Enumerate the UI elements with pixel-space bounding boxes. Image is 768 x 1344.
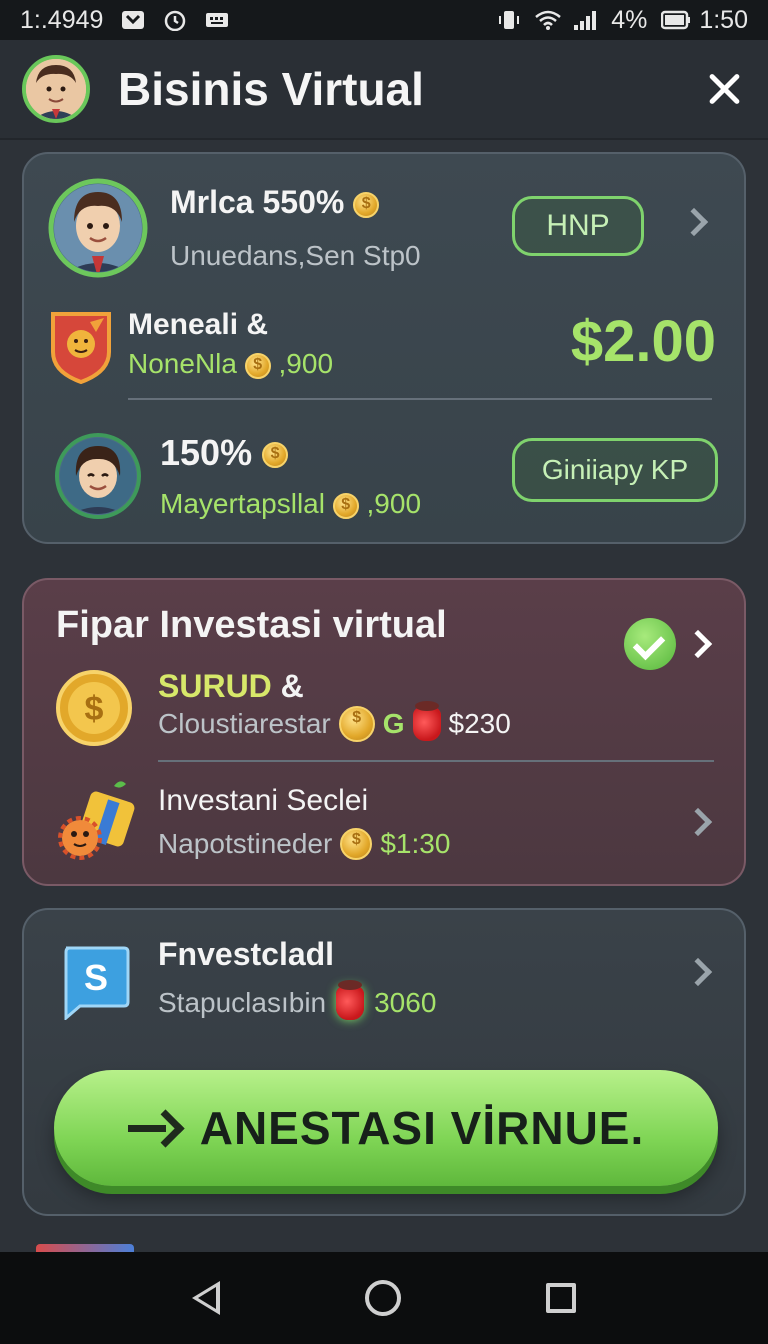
vibrate-icon (497, 9, 521, 31)
row2-title: Meneali & (128, 308, 269, 341)
invest-cta-button[interactable]: ANESTASI VİRNUE. (54, 1070, 718, 1186)
battery-percent: 4% (611, 5, 648, 34)
item2-title: Investani Seclei (158, 784, 369, 817)
fund-subtitle-line: Stapuclasıbin 3060 (158, 980, 437, 1020)
back-icon[interactable] (192, 1281, 221, 1315)
item1-title-suffix: & (280, 668, 304, 704)
row3-subtitle: Mayertapsllal (160, 488, 325, 519)
coin-icon (353, 191, 380, 218)
red-pot-icon (336, 980, 365, 1020)
notification-icon (121, 9, 145, 31)
giniiapy-kp-button[interactable]: Giniiapy KP (512, 438, 718, 502)
cta-label: ANESTASI VİRNUE. (199, 1102, 645, 1154)
shield-badge-icon (50, 308, 112, 385)
investment-card-title: Fipar Investasi virtual (56, 604, 447, 646)
item2-amount: $1:30 (380, 828, 451, 859)
status-bar: 1:.4949 4% 1:50 (0, 0, 768, 40)
coin-icon (340, 828, 373, 860)
coin-icon (338, 706, 375, 742)
row3-title-text: 150% (160, 432, 253, 473)
svg-text:$: $ (85, 690, 104, 728)
investment-gift-icon (54, 776, 144, 866)
fund-card: S Fnvestcladl Stapuclasıbin 3060 ANESTAS… (22, 908, 746, 1216)
s-letter: S (84, 957, 108, 998)
arrow-right-icon (127, 1113, 178, 1143)
balance-amount: $2.00 (570, 309, 716, 374)
app-bar: Bisinis Virtual (0, 40, 768, 140)
profile-avatar[interactable] (22, 55, 90, 123)
wifi-icon (535, 9, 561, 31)
coin-stack-icon (244, 352, 271, 379)
alarm-icon (163, 9, 187, 32)
system-nav-bar (0, 1252, 768, 1344)
app-title: Bisinis Virtual (118, 63, 424, 115)
item1-amount: $230 (448, 708, 511, 739)
battery-icon (661, 9, 691, 31)
investment-card: Fipar Investasi virtual $ SURUD & Cloust… (22, 578, 746, 886)
coin-stack-icon (332, 492, 359, 519)
coin-icon (262, 442, 289, 469)
item1-letter: G (382, 708, 405, 739)
item2-subtitle: Napotstineder (158, 828, 333, 859)
home-icon[interactable] (364, 1280, 401, 1316)
chevron-right-icon[interactable] (683, 629, 713, 659)
row3-title: 150% (160, 432, 289, 474)
item1-subtitle: Cloustiarestar (158, 708, 331, 739)
chevron-right-icon[interactable] (683, 807, 713, 837)
hnp-button[interactable]: HNP (512, 196, 644, 256)
item2-subtitle-line: Napotstineder $1:30 (158, 828, 450, 860)
row1-title: Mrlca 550% (170, 184, 380, 221)
red-pot-icon (412, 701, 441, 741)
fund-subtitle: Stapuclasıbin (158, 987, 327, 1018)
row3-subtitle-line: Mayertapsllal ,900 (160, 488, 421, 520)
row1-title-text: Mrlca 550% (170, 184, 345, 220)
gold-coin-icon: $ (54, 668, 134, 748)
item1-subtitle-line: Cloustiarestar G $230 (158, 701, 511, 742)
signal-icon (573, 9, 597, 31)
chevron-right-icon[interactable] (683, 957, 713, 987)
user-avatar[interactable] (48, 178, 148, 278)
divider (128, 398, 712, 400)
item1-title-green: SURUD (158, 668, 272, 704)
close-icon[interactable] (702, 67, 746, 111)
row3-coins: ,900 (366, 488, 422, 519)
check-icon (624, 618, 676, 670)
s-chat-icon: S (60, 944, 130, 1022)
item1-title: SURUD & (158, 668, 304, 705)
row1-subtitle: Unuedans,Sen Stp0 (170, 240, 421, 271)
row2-subtitle: NoneNla (128, 348, 237, 379)
row2-subtitle-line: NoneNla ,900 (128, 348, 333, 380)
recents-icon[interactable] (545, 1283, 576, 1313)
fund-amount: 3060 (374, 987, 437, 1018)
chevron-right-icon[interactable] (679, 207, 709, 237)
summary-card: Mrlca 550% Unuedans,Sen Stp0 HNP Meneali… (22, 152, 746, 544)
user-avatar-2[interactable] (54, 432, 142, 520)
row2-coins: ,900 (278, 348, 334, 379)
keyboard-icon (205, 9, 229, 31)
status-time: 1:50 (699, 5, 748, 34)
divider (158, 760, 714, 762)
fund-title: Fnvestcladl (158, 936, 335, 972)
status-left-text: 1:.4949 (20, 5, 104, 34)
